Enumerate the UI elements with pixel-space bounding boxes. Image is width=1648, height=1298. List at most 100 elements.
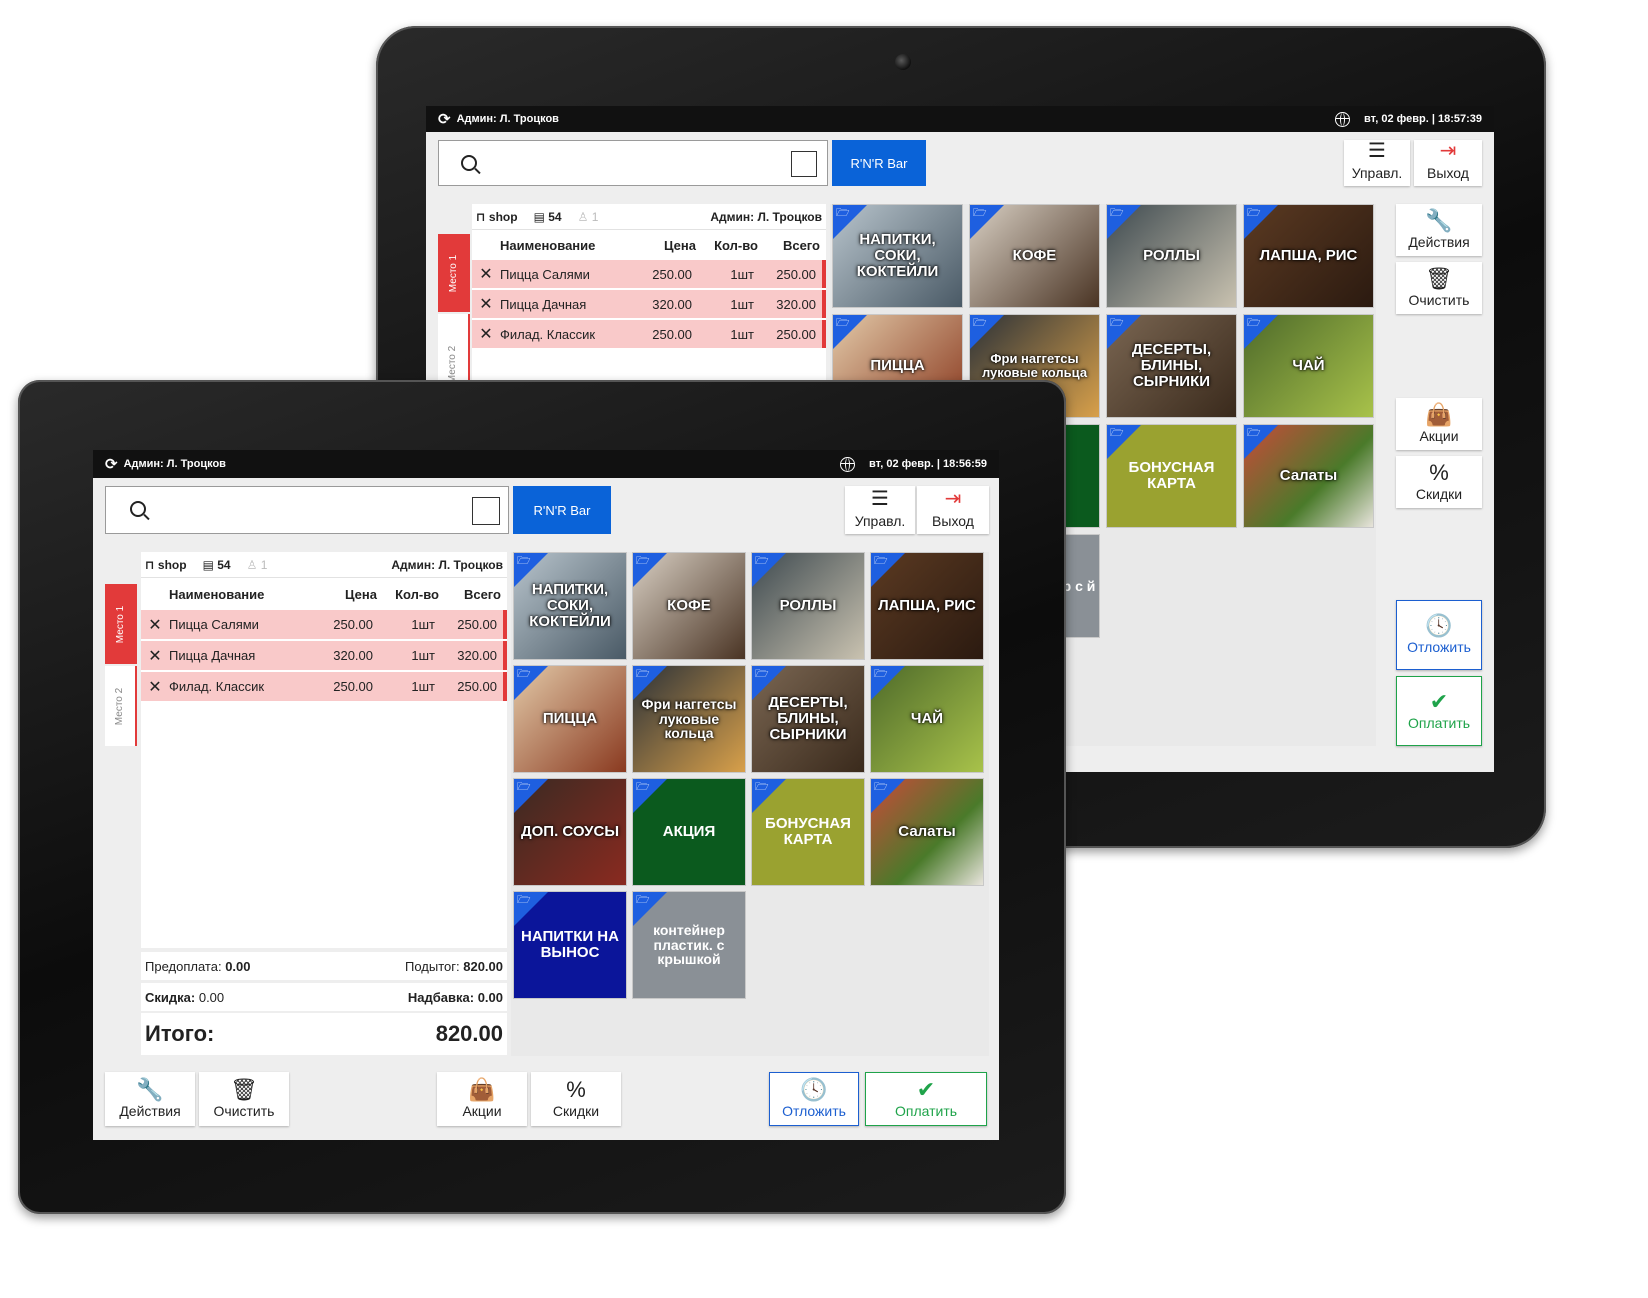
folder-icon: 🗁 [874, 781, 888, 793]
order-panel: ⊓ shop ▤ 54 ♙ 1 Админ: Л. Троцков Наимен… [472, 204, 826, 404]
category-tile[interactable]: 🗁 контейнер пластик. с крышкой [632, 891, 746, 999]
category-tile[interactable]: 🗁 КОФЕ [632, 552, 746, 660]
category-tile[interactable]: 🗁 АКЦИЯ [632, 778, 746, 886]
category-tile[interactable]: 🗁 ДЕСЕРТЫ, БЛИНЫ, СЫРНИКИ [751, 665, 865, 773]
discounts-button[interactable]: % Скидки [1396, 456, 1482, 508]
status-bar: ⟳ Админ: Л. Троцков вт, 02 февр. | 18:56… [93, 450, 999, 478]
folder-icon: 🗁 [517, 555, 531, 567]
category-tile[interactable]: 🗁 Салаты [1243, 424, 1374, 528]
menu-button[interactable]: ☰ Управл. [845, 486, 915, 534]
search-input[interactable] [105, 486, 509, 534]
prepay-subtotal-line: Предоплата: 0.00 Подытог: 820.00 [141, 952, 507, 980]
camera [895, 54, 911, 70]
order-row[interactable]: ✕ Филад. Классик 250.00 1шт 250.00 [472, 320, 826, 348]
remove-item-icon[interactable]: ✕ [472, 324, 500, 344]
sync-icon[interactable]: ⟳ [105, 455, 118, 473]
category-tile[interactable]: 🗁 ЛАПША, РИС [1243, 204, 1374, 308]
globe-icon[interactable] [840, 456, 856, 472]
category-tile[interactable]: 🗁 ПИЦЦА [513, 665, 627, 773]
hamburger-icon: ☰ [871, 488, 889, 510]
sync-icon[interactable]: ⟳ [438, 110, 451, 128]
category-tile[interactable]: 🗁 РОЛЛЫ [1106, 204, 1237, 308]
venue-button[interactable]: R'N'R Bar [513, 486, 611, 534]
search-input[interactable] [438, 140, 828, 186]
status-user: Админ: Л. Троцков [123, 458, 226, 470]
actions-button[interactable]: 🔧 Действия [1396, 204, 1482, 256]
category-tile[interactable]: 🗁 НАПИТКИ НА ВЫНОС [513, 891, 627, 999]
trash-icon: 🗑 [1425, 266, 1453, 291]
category-tile[interactable]: 🗁 ЧАЙ [870, 665, 984, 773]
folder-icon: 🗁 [755, 781, 769, 793]
seat-tab-2[interactable]: Место 2 [105, 666, 137, 746]
folder-icon: 🗁 [755, 668, 769, 680]
check-icon: ✔ [1429, 689, 1449, 714]
seat-tab-1[interactable]: Место 1 [105, 584, 137, 664]
guest-icon: ♙ [246, 557, 261, 572]
category-tile[interactable]: 🗁 РОЛЛЫ [751, 552, 865, 660]
category-tile[interactable]: 🗁 ДЕСЕРТЫ, БЛИНЫ, СЫРНИКИ [1106, 314, 1237, 418]
promotions-button[interactable]: 👜 Акции [437, 1072, 527, 1126]
clear-button[interactable]: 🗑 Очистить [199, 1072, 289, 1126]
category-tile[interactable]: 🗁 БОНУСНАЯ КАРТА [751, 778, 865, 886]
wrench-icon: 🔧 [1425, 208, 1453, 233]
category-tile[interactable]: 🗁 НАПИТКИ, СОКИ, КОКТЕЙЛИ [832, 204, 963, 308]
folder-icon: 🗁 [755, 555, 769, 567]
status-datetime: вт, 02 февр. | 18:56:59 [869, 458, 987, 470]
remove-item-icon[interactable]: ✕ [472, 264, 500, 284]
exit-button[interactable]: ⇥ Выход [1414, 140, 1482, 186]
remove-item-icon[interactable]: ✕ [141, 677, 169, 697]
category-tile[interactable]: 🗁 БОНУСНАЯ КАРТА [1106, 424, 1237, 528]
status-user: Админ: Л. Троцков [456, 113, 559, 125]
clear-button[interactable]: 🗑 Очистить [1396, 262, 1482, 314]
folder-icon: 🗁 [874, 668, 888, 680]
venue-button[interactable]: R'N'R Bar [832, 140, 926, 186]
order-row[interactable]: ✕ Пицца Дачная 320.00 1шт 320.00 [472, 290, 826, 318]
folder-icon: 🗁 [636, 894, 650, 906]
order-row[interactable]: ✕ Пицца Дачная 320.00 1шт 320.00 [141, 641, 507, 670]
folder-icon: 🗁 [1247, 207, 1261, 219]
category-tile[interactable]: 🗁 Салаты [870, 778, 984, 886]
search-icon [130, 501, 146, 517]
category-tile[interactable]: 🗁 ДОП. СОУСЫ [513, 778, 627, 886]
folder-icon: 🗁 [1110, 427, 1124, 439]
front-screen: ⟳ Админ: Л. Троцков вт, 02 февр. | 18:56… [93, 450, 999, 1140]
folder-icon: 🗁 [517, 781, 531, 793]
order-row[interactable]: ✕ Пицца Салями 250.00 1шт 250.00 [141, 610, 507, 639]
promotions-button[interactable]: 👜 Акции [1396, 398, 1482, 450]
category-tile[interactable]: 🗁 НАПИТКИ, СОКИ, КОКТЕЙЛИ [513, 552, 627, 660]
folder-icon: 🗁 [636, 781, 650, 793]
postpone-button[interactable]: 🕓 Отложить [769, 1072, 859, 1126]
folder-icon: 🗁 [1247, 317, 1261, 329]
check-icon: ✔ [916, 1077, 936, 1102]
category-tile[interactable]: 🗁 КОФЕ [969, 204, 1100, 308]
actions-button[interactable]: 🔧 Действия [105, 1072, 195, 1126]
category-tile[interactable]: 🗁 ЛАПША, РИС [870, 552, 984, 660]
menu-button[interactable]: ☰ Управл. [1344, 140, 1410, 186]
category-tile[interactable]: 🗁 ЧАЙ [1243, 314, 1374, 418]
folder-icon: 🗁 [636, 555, 650, 567]
clock-icon: 🕓 [1425, 613, 1453, 638]
status-bar: ⟳ Админ: Л. Троцков вт, 02 февр. | 18:57… [426, 106, 1494, 132]
discounts-button[interactable]: % Скидки [531, 1072, 621, 1126]
remove-item-icon[interactable]: ✕ [472, 294, 500, 314]
remove-item-icon[interactable]: ✕ [141, 615, 169, 635]
order-row[interactable]: ✕ Пицца Салями 250.00 1шт 250.00 [472, 260, 826, 288]
order-row[interactable]: ✕ Филад. Классик 250.00 1шт 250.00 [141, 672, 507, 701]
folder-icon: 🗁 [517, 894, 531, 906]
front-tablet: ⟳ Админ: Л. Троцков вт, 02 февр. | 18:56… [18, 380, 1066, 1214]
remove-item-icon[interactable]: ✕ [141, 646, 169, 666]
guest-icon: ♙ [577, 209, 592, 224]
scan-checkbox[interactable] [472, 497, 500, 525]
pay-button[interactable]: ✔ Оплатить [1396, 676, 1482, 746]
exit-icon: ⇥ [1439, 140, 1457, 162]
category-tile[interactable]: 🗁 Фри наггетсы луковые кольца [632, 665, 746, 773]
folder-icon: 🗁 [636, 668, 650, 680]
globe-icon[interactable] [1335, 111, 1351, 127]
exit-button[interactable]: ⇥ Выход [917, 486, 989, 534]
seat-tab-1[interactable]: Место 1 [438, 234, 470, 312]
pay-button[interactable]: ✔ Оплатить [865, 1072, 987, 1126]
scan-checkbox[interactable] [791, 151, 817, 177]
postpone-button[interactable]: 🕓 Отложить [1396, 600, 1482, 670]
bag-icon: 👜 [468, 1077, 496, 1102]
search-icon [461, 155, 477, 171]
